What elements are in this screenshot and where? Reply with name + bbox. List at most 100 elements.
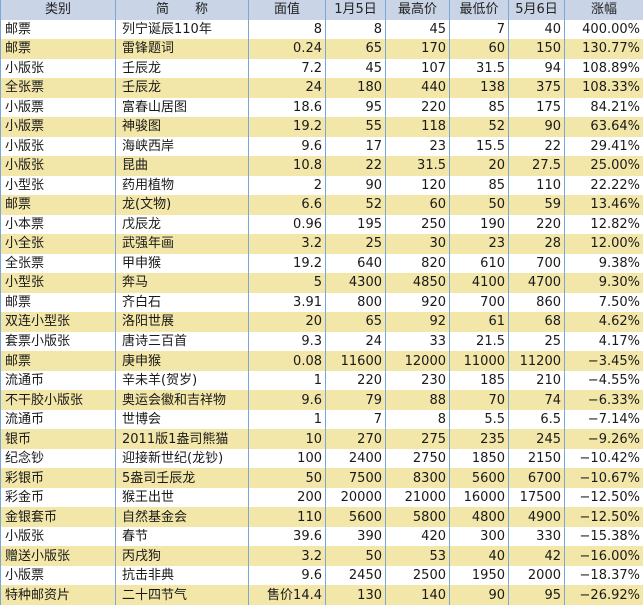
cell-change: −15.38% xyxy=(564,526,643,547)
cell-jan5: 65 xyxy=(325,39,386,59)
cell-short-name: 神骏图 xyxy=(115,117,249,137)
cell-short-name: 唐诗三百首 xyxy=(115,331,249,352)
cell-low: 16000 xyxy=(449,487,509,508)
cell-category: 小型张 xyxy=(0,175,116,196)
cell-change: −10.42% xyxy=(564,448,643,469)
table-row: 小版票 抗击非典 9.6 2450 2500 1950 2000 −18.37% xyxy=(0,565,643,586)
cell-face-value: 18.6 xyxy=(248,97,326,118)
cell-low: 138 xyxy=(449,78,509,98)
cell-change: 4.17% xyxy=(564,331,643,352)
cell-low: 4800 xyxy=(449,507,509,527)
cell-face-value: 9.3 xyxy=(248,331,326,352)
cell-may6: 40 xyxy=(508,19,565,40)
cell-change: 7.50% xyxy=(564,292,643,313)
cell-low: 61 xyxy=(449,312,509,332)
cell-category: 小版张 xyxy=(0,156,116,176)
table-row: 小版张 海峡西岸 9.6 17 23 15.5 22 29.41% xyxy=(0,136,643,157)
cell-high: 107 xyxy=(385,58,450,79)
cell-face-value: 0.96 xyxy=(248,214,326,235)
header-may6: 5月6日 xyxy=(508,0,565,20)
header-face-value: 面值 xyxy=(248,0,326,20)
cell-high: 275 xyxy=(385,429,450,449)
table-row: 套票小版张 唐诗三百首 9.3 24 33 21.5 25 4.17% xyxy=(0,331,643,352)
cell-category: 邮票 xyxy=(0,39,116,59)
cell-high: 140 xyxy=(385,585,450,605)
table-row: 全张票 甲申猴 19.2 640 820 610 700 9.38% xyxy=(0,253,643,274)
cell-change: −12.50% xyxy=(564,507,643,527)
cell-low: 85 xyxy=(449,97,509,118)
cell-category: 特种邮资片 xyxy=(0,585,116,605)
cell-jan5: 2450 xyxy=(325,565,386,586)
cell-change: 9.38% xyxy=(564,253,643,274)
table-row: 邮票 庚申猴 0.08 11600 12000 11000 11200 −3.45% xyxy=(0,351,643,371)
cell-jan5: 180 xyxy=(325,78,386,98)
cell-category: 流通币 xyxy=(0,409,116,430)
cell-short-name: 列宁诞辰110年 xyxy=(115,19,249,40)
cell-jan5: 45 xyxy=(325,58,386,79)
cell-jan5: 800 xyxy=(325,292,386,313)
cell-face-value: 10.8 xyxy=(248,156,326,176)
cell-low: 70 xyxy=(449,390,509,410)
cell-low: 7 xyxy=(449,19,509,40)
cell-short-name: 壬辰龙 xyxy=(115,78,249,98)
cell-low: 90 xyxy=(449,585,509,605)
cell-face-value: 6.6 xyxy=(248,195,326,215)
table-row: 双连小型张 洛阳世展 20 65 92 61 68 4.62% xyxy=(0,312,643,332)
cell-short-name: 庚申猴 xyxy=(115,351,249,371)
cell-low: 23 xyxy=(449,234,509,254)
cell-jan5: 270 xyxy=(325,429,386,449)
cell-high: 23 xyxy=(385,136,450,157)
cell-face-value: 7.2 xyxy=(248,58,326,79)
cell-change: −12.50% xyxy=(564,487,643,508)
cell-face-value: 9.6 xyxy=(248,136,326,157)
table-row: 小本票 戊辰龙 0.96 195 250 190 220 12.82% xyxy=(0,214,643,235)
cell-short-name: 二十四节气 xyxy=(115,585,249,605)
cell-may6: 59 xyxy=(508,195,565,215)
cell-short-name: 洛阳世展 xyxy=(115,312,249,332)
cell-jan5: 25 xyxy=(325,234,386,254)
cell-short-name: 辛未羊(贺岁) xyxy=(115,370,249,391)
cell-face-value: 9.6 xyxy=(248,390,326,410)
cell-high: 170 xyxy=(385,39,450,59)
cell-category: 小本票 xyxy=(0,214,116,235)
cell-category: 套票小版张 xyxy=(0,331,116,352)
cell-may6: 17500 xyxy=(508,487,565,508)
cell-may6: 110 xyxy=(508,175,565,196)
cell-category: 全张票 xyxy=(0,78,116,98)
cell-may6: 42 xyxy=(508,546,565,566)
table-row: 不干胶小版张 奥运会徽和吉祥物 9.6 79 88 70 74 −6.33% xyxy=(0,390,643,410)
cell-category: 小版票 xyxy=(0,117,116,137)
cell-high: 21000 xyxy=(385,487,450,508)
cell-face-value: 50 xyxy=(248,468,326,488)
table-row: 赠送小版张 丙戌狗 3.2 50 53 40 42 −16.00% xyxy=(0,546,643,566)
cell-high: 4850 xyxy=(385,273,450,293)
cell-face-value: 10 xyxy=(248,429,326,449)
table-body: 邮票 列宁诞辰110年 8 8 45 7 40 400.00% 邮票 雷锋题词 0.24 65 170 6… xyxy=(0,19,643,605)
cell-high: 92 xyxy=(385,312,450,332)
table-row: 邮票 龙(文物) 6.6 52 60 50 59 13.46% xyxy=(0,195,643,215)
cell-change: −16.00% xyxy=(564,546,643,566)
cell-may6: 28 xyxy=(508,234,565,254)
cell-change: 29.41% xyxy=(564,136,643,157)
cell-may6: 150 xyxy=(508,39,565,59)
cell-category: 小型张 xyxy=(0,273,116,293)
cell-high: 60 xyxy=(385,195,450,215)
header-low: 最低价 xyxy=(449,0,509,20)
cell-high: 820 xyxy=(385,253,450,274)
cell-may6: 175 xyxy=(508,97,565,118)
cell-change: −6.33% xyxy=(564,390,643,410)
cell-high: 440 xyxy=(385,78,450,98)
cell-change: −9.26% xyxy=(564,429,643,449)
cell-change: 63.64% xyxy=(564,117,643,137)
cell-short-name: 奥运会徽和吉祥物 xyxy=(115,390,249,410)
cell-change: 130.77% xyxy=(564,39,643,59)
cell-may6: 210 xyxy=(508,370,565,391)
cell-change: 22.22% xyxy=(564,175,643,196)
cell-high: 920 xyxy=(385,292,450,313)
cell-jan5: 640 xyxy=(325,253,386,274)
cell-face-value: 39.6 xyxy=(248,526,326,547)
cell-may6: 22 xyxy=(508,136,565,157)
cell-change: 400.00% xyxy=(564,19,643,40)
cell-short-name: 抗击非典 xyxy=(115,565,249,586)
cell-may6: 4700 xyxy=(508,273,565,293)
